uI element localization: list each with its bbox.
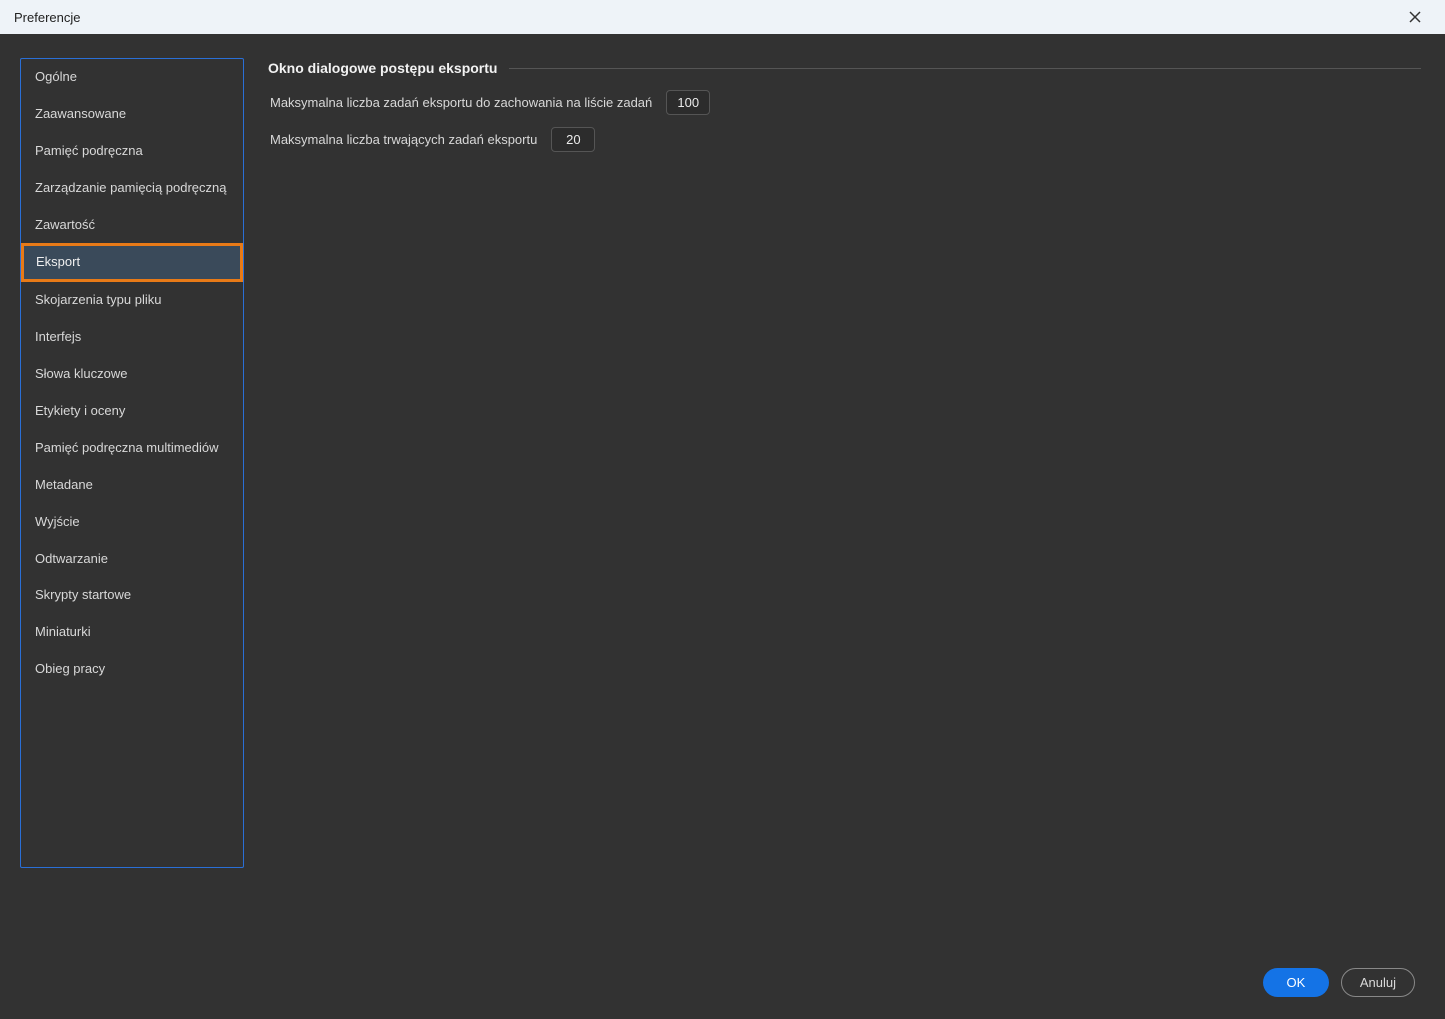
sidebar-item-interface[interactable]: Interfejs	[21, 319, 243, 356]
sidebar-item-label: Odtwarzanie	[35, 551, 108, 568]
sidebar-item-cache[interactable]: Pamięć podręczna	[21, 133, 243, 170]
sidebar-item-label: Pamięć podręczna multimediów	[35, 440, 219, 457]
sidebar-item-advanced[interactable]: Zaawansowane	[21, 96, 243, 133]
sidebar-item-label: Zarządzanie pamięcią podręczną	[35, 180, 227, 197]
section-header: Okno dialogowe postępu eksportu	[268, 60, 1421, 76]
sidebar-item-label: Etykiety i oceny	[35, 403, 125, 420]
sidebar-item-label: Skojarzenia typu pliku	[35, 292, 161, 309]
sidebar-item-content[interactable]: Zawartość	[21, 207, 243, 244]
main-content: Okno dialogowe postępu eksportu Maksymal…	[268, 58, 1421, 995]
setting-label: Maksymalna liczba zadań eksportu do zach…	[270, 95, 652, 110]
titlebar: Preferencje	[0, 0, 1445, 34]
setting-row-max-concurrent-export: Maksymalna liczba trwających zadań ekspo…	[268, 127, 1421, 152]
cancel-button[interactable]: Anuluj	[1341, 968, 1415, 997]
sidebar-item-label: Miniaturki	[35, 624, 91, 641]
max-export-keep-input[interactable]	[666, 90, 710, 115]
sidebar-item-label: Zawartość	[35, 217, 95, 234]
setting-label: Maksymalna liczba trwających zadań ekspo…	[270, 132, 537, 147]
section-title: Okno dialogowe postępu eksportu	[268, 60, 497, 76]
sidebar-item-label: Eksport	[36, 254, 80, 271]
setting-row-max-export-keep: Maksymalna liczba zadań eksportu do zach…	[268, 90, 1421, 115]
dialog-body: Ogólne Zaawansowane Pamięć podręczna Zar…	[0, 34, 1445, 1019]
sidebar-item-keywords[interactable]: Słowa kluczowe	[21, 356, 243, 393]
max-concurrent-export-input[interactable]	[551, 127, 595, 152]
sidebar-item-labels-ratings[interactable]: Etykiety i oceny	[21, 393, 243, 430]
sidebar-item-label: Metadane	[35, 477, 93, 494]
dialog-footer: OK Anuluj	[1263, 968, 1415, 997]
sidebar-item-media-cache[interactable]: Pamięć podręczna multimediów	[21, 430, 243, 467]
sidebar-item-label: Wyjście	[35, 514, 80, 531]
sidebar-item-startup-scripts[interactable]: Skrypty startowe	[21, 577, 243, 614]
sidebar-item-label: Obieg pracy	[35, 661, 105, 678]
sidebar-item-label: Interfejs	[35, 329, 81, 346]
dialog-title: Preferencje	[14, 10, 80, 25]
sidebar-item-workflow[interactable]: Obieg pracy	[21, 651, 243, 688]
category-sidebar: Ogólne Zaawansowane Pamięć podręczna Zar…	[20, 58, 244, 868]
sidebar-item-label: Zaawansowane	[35, 106, 126, 123]
sidebar-item-label: Słowa kluczowe	[35, 366, 128, 383]
sidebar-item-playback[interactable]: Odtwarzanie	[21, 541, 243, 578]
sidebar-item-cache-management[interactable]: Zarządzanie pamięcią podręczną	[21, 170, 243, 207]
sidebar-item-file-type-associations[interactable]: Skojarzenia typu pliku	[21, 282, 243, 319]
close-button[interactable]	[1395, 0, 1435, 34]
sidebar-item-label: Pamięć podręczna	[35, 143, 143, 160]
sidebar-item-label: Ogólne	[35, 69, 77, 86]
sidebar-item-label: Skrypty startowe	[35, 587, 131, 604]
section-divider	[509, 68, 1421, 69]
sidebar-item-export[interactable]: Eksport	[21, 243, 243, 282]
ok-button[interactable]: OK	[1263, 968, 1329, 997]
sidebar-item-thumbnails[interactable]: Miniaturki	[21, 614, 243, 651]
close-icon	[1409, 11, 1421, 23]
sidebar-item-metadata[interactable]: Metadane	[21, 467, 243, 504]
sidebar-item-output[interactable]: Wyjście	[21, 504, 243, 541]
sidebar-item-general[interactable]: Ogólne	[21, 59, 243, 96]
